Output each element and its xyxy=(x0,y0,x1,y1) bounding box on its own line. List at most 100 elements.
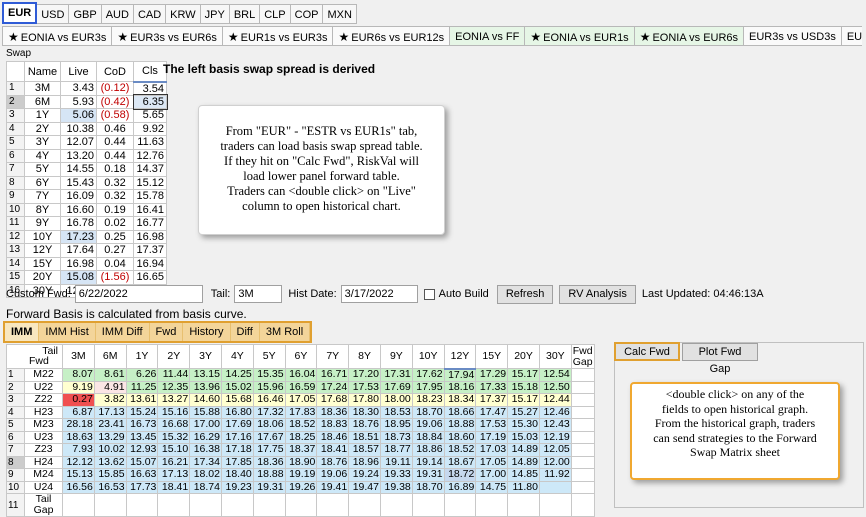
fwd-cell[interactable]: 18.52 xyxy=(284,418,318,432)
fwd-cell[interactable]: 17.32 xyxy=(252,405,286,419)
currency-tab-aud[interactable]: AUD xyxy=(101,4,134,24)
fwd-cell[interactable]: 15.10 xyxy=(157,443,191,457)
fwd-cell[interactable]: 19.06 xyxy=(411,418,445,432)
fwd-cell[interactable]: 17.24 xyxy=(316,380,350,394)
fwd-cell[interactable]: 4.91 xyxy=(93,380,127,394)
fwd-cell[interactable]: 16.63 xyxy=(125,468,159,482)
fwd-cell[interactable]: 17.94 xyxy=(443,368,477,382)
fwd-cell[interactable]: 18.51 xyxy=(348,430,381,444)
forward-tab-history[interactable]: History xyxy=(183,323,231,341)
fwd-cell[interactable]: 15.30 xyxy=(507,418,540,432)
fwd-cell[interactable]: 11.80 xyxy=(507,480,540,494)
fwd-cell[interactable]: 18.00 xyxy=(379,393,413,407)
fwd-cell[interactable]: 17.75 xyxy=(252,443,286,457)
fwd-cell[interactable]: 17.68 xyxy=(316,393,350,407)
fwd-cell[interactable]: 15.96 xyxy=(252,380,286,394)
swap-tab-4[interactable]: EONIA vs FF xyxy=(450,26,526,46)
fwd-cell[interactable]: 19.11 xyxy=(379,455,413,469)
fwd-cell[interactable]: 28.18 xyxy=(62,418,95,432)
tail-input[interactable]: 3M xyxy=(234,285,283,303)
fwd-cell[interactable]: 17.53 xyxy=(475,418,509,432)
fwd-cell[interactable]: 17.37 xyxy=(475,393,509,407)
fwd-cell[interactable]: 19.31 xyxy=(252,480,286,494)
fwd-cell[interactable]: 17.62 xyxy=(411,368,445,382)
live-value[interactable]: 13.20 xyxy=(60,148,97,163)
fwd-cell[interactable]: 12.50 xyxy=(538,380,572,394)
live-value[interactable]: 5.06 xyxy=(60,108,97,123)
fwd-cell[interactable]: 16.56 xyxy=(62,480,95,494)
live-value[interactable]: 15.43 xyxy=(60,175,97,190)
fwd-cell[interactable]: 14.85 xyxy=(507,468,540,482)
fwd-cell[interactable]: 18.67 xyxy=(443,455,477,469)
fwd-cell[interactable]: 18.06 xyxy=(252,418,286,432)
forward-tab-diff[interactable]: Diff xyxy=(231,323,260,341)
fwd-cell[interactable]: 18.88 xyxy=(252,468,286,482)
fwd-cell[interactable]: 15.17 xyxy=(507,368,540,382)
fwd-cell[interactable]: 18.70 xyxy=(411,405,445,419)
live-value[interactable]: 15.08 xyxy=(60,270,97,285)
fwd-cell[interactable]: 8.07 xyxy=(62,368,95,382)
fwd-cell[interactable]: 17.18 xyxy=(220,443,254,457)
fwd-cell[interactable]: 18.40 xyxy=(220,468,254,482)
fwd-cell[interactable]: 19.24 xyxy=(348,468,381,482)
refresh-button[interactable]: Refresh xyxy=(496,284,554,304)
fwd-cell[interactable]: 14.75 xyxy=(475,480,509,494)
fwd-cell[interactable]: 15.68 xyxy=(220,393,254,407)
fwd-cell[interactable]: 12.46 xyxy=(538,405,572,419)
forward-tab-imm[interactable]: IMM xyxy=(5,323,40,341)
fwd-cell[interactable]: 15.24 xyxy=(125,405,159,419)
fwd-cell[interactable]: 18.73 xyxy=(379,430,413,444)
fwd-cell[interactable]: 18.25 xyxy=(284,430,318,444)
fwd-cell[interactable]: 12.44 xyxy=(538,393,572,407)
fwd-cell[interactable]: 18.88 xyxy=(443,418,477,432)
fwd-cell[interactable]: 6.26 xyxy=(125,368,159,382)
fwd-cell[interactable]: 18.86 xyxy=(411,443,445,457)
fwd-cell[interactable]: 17.69 xyxy=(220,418,254,432)
swap-tab-6[interactable]: ★ EONIA vs EUR6s xyxy=(634,26,745,46)
fwd-cell[interactable]: 17.95 xyxy=(411,380,445,394)
currency-tab-cop[interactable]: COP xyxy=(290,4,324,24)
forward-tab-imm-hist[interactable]: IMM Hist xyxy=(39,323,96,341)
live-value[interactable]: 5.93 xyxy=(60,94,97,109)
swap-tab-0[interactable]: ★ EONIA vs EUR3s xyxy=(2,26,113,46)
fwd-cell[interactable]: 18.36 xyxy=(252,455,286,469)
calc-fwd-button[interactable]: Calc Fwd xyxy=(614,342,680,361)
fwd-cell[interactable]: 15.27 xyxy=(507,405,540,419)
fwd-cell[interactable]: 12.35 xyxy=(157,380,191,394)
fwd-cell[interactable]: 18.90 xyxy=(284,455,318,469)
fwd-cell[interactable]: 18.66 xyxy=(443,405,477,419)
fwd-cell[interactable]: 17.31 xyxy=(379,368,413,382)
live-value[interactable]: 16.98 xyxy=(60,256,97,271)
fwd-cell[interactable]: 3.82 xyxy=(93,393,127,407)
live-value[interactable]: 14.55 xyxy=(60,162,97,177)
currency-tab-cad[interactable]: CAD xyxy=(133,4,167,24)
fwd-cell[interactable]: 12.43 xyxy=(538,418,572,432)
fwd-cell[interactable]: 15.03 xyxy=(507,430,540,444)
fwd-cell[interactable]: 19.47 xyxy=(348,480,381,494)
fwd-cell[interactable]: 16.71 xyxy=(316,368,350,382)
fwd-cell[interactable]: 15.16 xyxy=(157,405,191,419)
fwd-cell[interactable]: 17.05 xyxy=(475,455,509,469)
fwd-cell[interactable]: 17.05 xyxy=(284,393,318,407)
fwd-cell[interactable]: 18.23 xyxy=(411,393,445,407)
fwd-cell[interactable]: 11.44 xyxy=(157,368,191,382)
fwd-cell[interactable]: 15.88 xyxy=(189,405,222,419)
live-value[interactable]: 16.60 xyxy=(60,202,97,217)
fwd-cell[interactable]: 17.29 xyxy=(475,368,509,382)
fwd-cell[interactable]: 11.92 xyxy=(538,468,572,482)
fwd-cell[interactable]: 17.69 xyxy=(379,380,413,394)
fwd-cell[interactable]: 13.27 xyxy=(157,393,191,407)
fwd-cell[interactable]: 15.07 xyxy=(125,455,159,469)
fwd-cell[interactable]: 8.61 xyxy=(93,368,127,382)
plot-fwd-gap-button[interactable]: Plot Fwd Gap xyxy=(682,343,758,375)
fwd-cell[interactable]: 19.38 xyxy=(379,480,413,494)
fwd-cell[interactable]: 17.00 xyxy=(475,468,509,482)
fwd-cell[interactable]: 16.89 xyxy=(443,480,477,494)
fwd-cell[interactable]: 15.85 xyxy=(93,468,127,482)
fwd-cell[interactable]: 13.29 xyxy=(93,430,127,444)
fwd-cell[interactable]: 13.96 xyxy=(189,380,222,394)
fwd-cell[interactable]: 18.77 xyxy=(379,443,413,457)
fwd-cell[interactable]: 18.76 xyxy=(348,418,381,432)
forward-tab-3m-roll[interactable]: 3M Roll xyxy=(260,323,311,341)
fwd-cell[interactable]: 6.87 xyxy=(62,405,95,419)
